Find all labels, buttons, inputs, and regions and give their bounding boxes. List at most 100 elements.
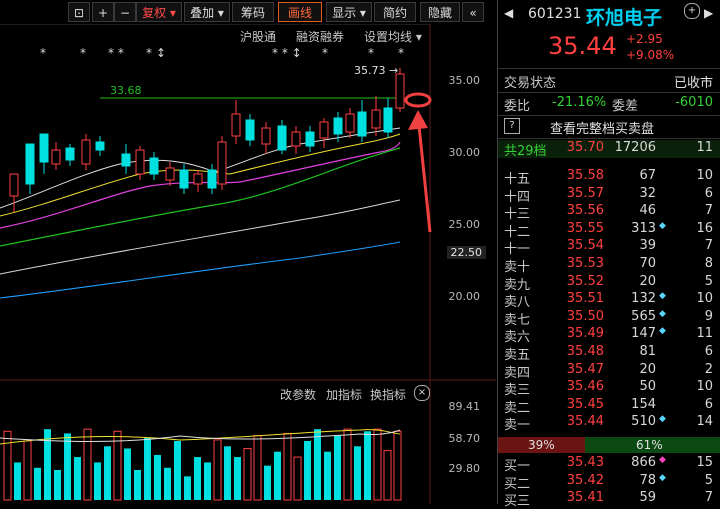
level-label: 十五: [504, 172, 531, 187]
sell-pct: 39%: [528, 438, 555, 452]
event-marker[interactable]: *: [80, 46, 86, 60]
level-price: 35.41: [566, 490, 604, 506]
level-count: 10: [696, 168, 713, 183]
candle: [39, 133, 49, 163]
volume-bar: [44, 429, 51, 500]
level-volume: 866: [631, 455, 656, 470]
zoom-out-icon[interactable]: −: [114, 2, 136, 22]
bid-row[interactable]: 买二 35.42 78 ◆ 5: [498, 473, 720, 492]
volume-bar: [204, 462, 211, 500]
ask-row[interactable]: 十三 35.56 46 7: [498, 203, 720, 222]
ask-row[interactable]: 卖五 35.48 81 6: [498, 344, 720, 363]
level-label: 卖二: [504, 400, 531, 416]
full-book-link[interactable]: 查看完整档买卖盘: [550, 118, 654, 137]
level-count: 16: [696, 220, 713, 236]
candle: [165, 167, 175, 181]
event-marker[interactable]: * * ↕: [272, 46, 302, 60]
level-count: 10: [696, 291, 713, 307]
ask-row[interactable]: 卖八 35.51 132 ◆ 10: [498, 291, 720, 311]
volume-bar: [373, 428, 382, 501]
level-volume: 565: [631, 308, 656, 324]
ask-row[interactable]: 十一 35.54 39 7: [498, 238, 720, 257]
ask-row[interactable]: 卖一 35.44 510 ◆ 14: [498, 414, 720, 433]
display-button[interactable]: 显示 ▾: [326, 2, 372, 22]
edit-params-link[interactable]: 改参数: [280, 386, 316, 403]
ask-row[interactable]: 卖二 35.45 154 6: [498, 397, 720, 416]
ask-row[interactable]: 十四 35.57 32 6: [498, 186, 720, 205]
ask-row[interactable]: 十二 35.55 313 ◆ 16: [498, 220, 720, 240]
margin-link[interactable]: 融资融券: [296, 28, 344, 45]
collapse-icon[interactable]: «: [462, 2, 484, 22]
candle: [357, 111, 367, 137]
level-volume: 20: [639, 273, 656, 289]
add-indicator-link[interactable]: 加指标: [326, 386, 362, 403]
ask-row[interactable]: 十五 35.58 67 10: [498, 168, 720, 187]
level-label: 十四: [504, 189, 531, 205]
simple-button[interactable]: 简约: [374, 2, 416, 22]
event-marker[interactable]: *: [322, 46, 328, 60]
candle: [305, 131, 315, 147]
volume-bar: [234, 457, 241, 500]
hk-connect-link[interactable]: 沪股通: [240, 28, 276, 45]
marker-icon: ◆: [659, 220, 666, 231]
hide-button[interactable]: 隐藏: [420, 2, 460, 22]
buy-sell-split-bar: 39% 61%: [498, 437, 720, 453]
event-marker[interactable]: * *: [108, 46, 124, 60]
annotation-arrow: [416, 115, 432, 233]
diff-label: 委差: [612, 99, 639, 114]
candle: [245, 119, 255, 141]
volume-bar: [264, 465, 271, 500]
add-watchlist-icon[interactable]: +: [684, 3, 700, 19]
draw-line-button[interactable]: 画线: [278, 2, 322, 22]
quote-panel: ◀ 601231 环旭电子 + ▶ 35.44 +2.95 +9.08% 交易状…: [497, 0, 720, 509]
adjust-button[interactable]: 复权 ▾: [136, 2, 182, 22]
level-price: 35.43: [566, 455, 604, 470]
event-marker[interactable]: * ↕: [146, 46, 166, 60]
level-price: 35.55: [566, 220, 604, 236]
level-volume: 50: [639, 379, 656, 395]
marker-icon: ◆: [659, 414, 666, 425]
volume-bar: [293, 456, 302, 501]
bid-row[interactable]: 买一 35.43 866 ◆ 15: [498, 455, 720, 474]
event-marker[interactable]: *: [40, 46, 46, 60]
ask-row[interactable]: 卖四 35.47 20 2: [498, 362, 720, 381]
bid-row[interactable]: 买三 35.41 59 7: [498, 490, 720, 509]
full-book-row[interactable]: ? 查看完整档买卖盘: [498, 118, 720, 137]
candles: [9, 68, 405, 212]
help-icon[interactable]: ?: [504, 118, 520, 134]
ask-row[interactable]: 卖七 35.50 565 ◆ 9: [498, 308, 720, 328]
level-count: 7: [704, 238, 713, 254]
next-stock-icon[interactable]: ▶: [704, 6, 713, 20]
ask-row[interactable]: 卖三 35.46 50 10: [498, 379, 720, 398]
prev-stock-icon[interactable]: ◀: [504, 6, 513, 20]
trade-status-value: 已收市: [673, 76, 713, 91]
zoom-in-icon[interactable]: +: [92, 2, 114, 22]
switch-indicator-link[interactable]: 换指标: [370, 386, 406, 403]
trade-status-row: 交易状态 已收市: [498, 72, 720, 91]
level-label: 卖八: [504, 295, 531, 311]
ma120-line: [0, 241, 401, 299]
volume-bar: [154, 454, 161, 500]
volume-bar: [74, 457, 81, 500]
vol-axis-tick: 29.80: [448, 462, 481, 475]
screenshot-icon[interactable]: ⊡: [68, 2, 90, 22]
level-label: 买三: [504, 494, 531, 509]
volume-bar: [364, 431, 371, 500]
ask-row[interactable]: 卖六 35.49 147 ◆ 11: [498, 326, 720, 345]
close-icon[interactable]: ×: [414, 385, 430, 401]
ma-settings-link[interactable]: 设置均线 ▾: [364, 28, 422, 45]
kline-chart-area[interactable]: * * * * * ↕ * * ↕ * * * 沪股通 融资融券 设置均线 ▾ …: [0, 24, 496, 504]
chips-button[interactable]: 筹码: [232, 2, 274, 22]
event-marker[interactable]: *: [368, 46, 374, 60]
overlay-button[interactable]: 叠加 ▾: [184, 2, 230, 22]
volume-bar: [164, 467, 171, 500]
event-marker[interactable]: *: [398, 46, 404, 60]
level-label: 33.68: [110, 84, 142, 97]
ask-row[interactable]: 卖九 35.52 20 5: [498, 273, 720, 293]
buy-pct: 61%: [636, 438, 663, 452]
volume-bar: [213, 439, 222, 501]
level-count: 11: [696, 326, 713, 342]
marker-icon: ◆: [659, 455, 666, 465]
ask-row[interactable]: 卖十 35.53 70 8: [498, 256, 720, 275]
volume-bar: [334, 435, 341, 500]
